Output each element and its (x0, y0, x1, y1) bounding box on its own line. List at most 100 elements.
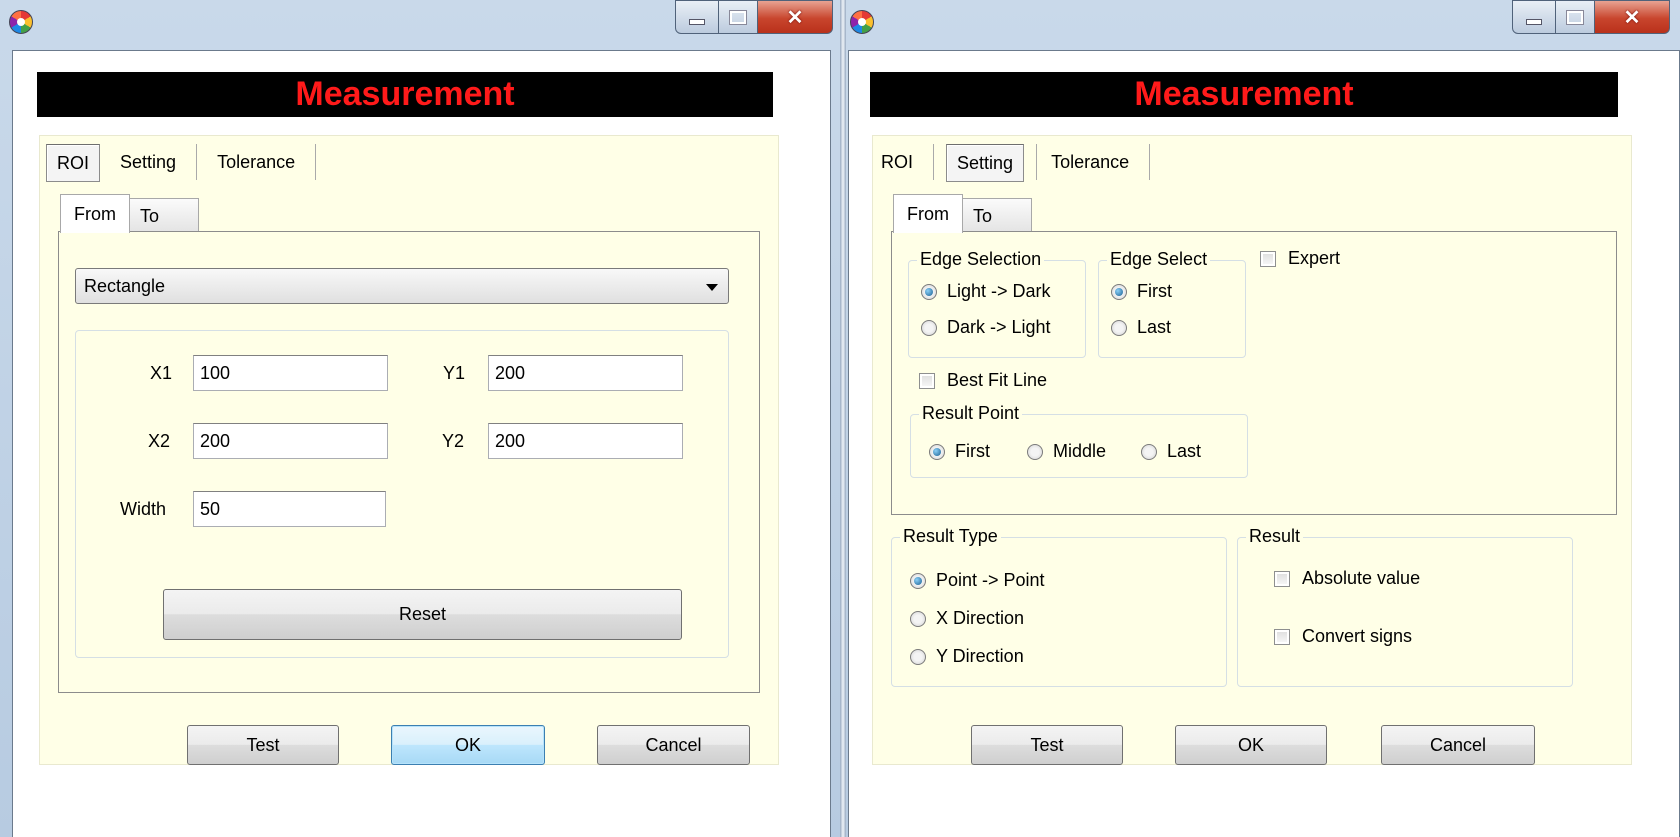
radio-icon (910, 648, 926, 665)
radio-label: Light -> Dark (947, 281, 1051, 301)
radio-label: Middle (1053, 441, 1107, 461)
title-bar[interactable]: ✕ (0, 0, 843, 50)
main-tabs: ROI Setting Tolerance (879, 141, 1151, 183)
maximize-button[interactable] (719, 0, 758, 34)
minimize-button[interactable] (1512, 0, 1556, 34)
tab-tolerance[interactable]: Tolerance (197, 144, 317, 180)
tab-roi[interactable]: ROI (879, 144, 935, 180)
subtab-to[interactable]: To (130, 198, 199, 234)
radio-icon (929, 443, 945, 460)
radio-result-first[interactable]: First (929, 441, 990, 462)
radio-first[interactable]: First (1111, 281, 1172, 302)
close-icon: ✕ (1623, 6, 1641, 29)
cancel-button[interactable]: Cancel (597, 725, 750, 765)
minimize-button[interactable] (675, 0, 719, 34)
window-controls: ✕ (675, 0, 833, 34)
edge-select-title: Edge Select (1107, 249, 1211, 270)
radio-icon (921, 319, 937, 336)
radio-label: Last (1137, 317, 1172, 337)
from-subpanel: Edge Selection Light -> Dark Dark -> Lig… (891, 231, 1617, 515)
radio-label: Point -> Point (936, 570, 1045, 590)
coordinates-group: X1 100 Y1 200 X2 200 Y2 200 Width 50 Res… (75, 330, 729, 658)
radio-x-direction[interactable]: X Direction (910, 608, 1024, 629)
radio-result-last[interactable]: Last (1141, 441, 1201, 462)
x1-field[interactable]: 100 (193, 355, 388, 391)
maximize-icon (1566, 9, 1584, 25)
measurement-window-setting: ✕ Measurement ROI Setting Tolerance From… (846, 0, 1680, 837)
cancel-button[interactable]: Cancel (1381, 725, 1535, 765)
radio-icon (1027, 443, 1043, 460)
reset-button[interactable]: Reset (163, 589, 682, 640)
radio-last[interactable]: Last (1111, 317, 1171, 338)
shape-select[interactable]: Rectangle (75, 268, 729, 304)
tab-panel: ROI Setting Tolerance From To Edge Selec… (872, 135, 1632, 765)
app-icon (850, 10, 874, 34)
y1-field[interactable]: 200 (488, 355, 683, 391)
checkbox-label: Convert signs (1302, 626, 1413, 646)
roi-tab-content: From To Rectangle X1 100 Y1 200 X2 200 Y… (48, 186, 770, 756)
radio-result-middle[interactable]: Middle (1027, 441, 1106, 462)
tab-setting[interactable]: Setting (946, 144, 1025, 182)
x2-label: X2 (148, 431, 171, 451)
radio-label: First (1137, 281, 1172, 301)
app-icon (9, 10, 33, 34)
radio-dark-to-light[interactable]: Dark -> Light (921, 317, 1051, 338)
window-client: Measurement ROI Setting Tolerance From T… (848, 50, 1680, 837)
subtab-from[interactable]: From (893, 194, 963, 233)
y2-field[interactable]: 200 (488, 423, 683, 459)
x2-field[interactable]: 200 (193, 423, 388, 459)
radio-y-direction[interactable]: Y Direction (910, 646, 1024, 667)
absolute-value-checkbox[interactable]: Absolute value (1274, 568, 1420, 589)
from-subpanel: Rectangle X1 100 Y1 200 X2 200 Y2 200 Wi… (58, 231, 760, 693)
window-controls: ✕ (1512, 0, 1670, 34)
window-client: Measurement ROI Setting Tolerance From T… (12, 50, 831, 837)
tab-panel: ROI Setting Tolerance From To Rectangle … (39, 135, 779, 765)
best-fit-line-checkbox[interactable]: Best Fit Line (919, 370, 1047, 391)
radio-icon (1141, 443, 1157, 460)
maximize-icon (729, 9, 747, 25)
checkbox-icon (1274, 570, 1290, 587)
shape-select-value: Rectangle (84, 275, 166, 296)
width-field[interactable]: 50 (193, 491, 386, 527)
close-button[interactable]: ✕ (1595, 0, 1670, 34)
tab-roi[interactable]: ROI (46, 144, 101, 182)
convert-signs-checkbox[interactable]: Convert signs (1274, 626, 1412, 647)
sub-tabs: From To (893, 194, 1032, 234)
result-type-group: Result Type Point -> Point X Direction Y… (891, 526, 1227, 687)
ok-button[interactable]: OK (1175, 725, 1327, 765)
test-button[interactable]: Test (187, 725, 339, 765)
result-point-title: Result Point (919, 403, 1023, 424)
maximize-button[interactable] (1556, 0, 1595, 34)
edge-selection-group: Edge Selection Light -> Dark Dark -> Lig… (908, 249, 1086, 358)
radio-label: X Direction (936, 608, 1025, 628)
measurement-banner: Measurement (37, 72, 773, 117)
checkbox-icon (1274, 628, 1290, 645)
result-group: Result Absolute value Convert signs (1237, 526, 1573, 687)
main-tabs: ROI Setting Tolerance (46, 141, 317, 183)
subtab-to[interactable]: To (963, 198, 1032, 234)
measurement-banner: Measurement (870, 72, 1618, 117)
checkbox-label: Best Fit Line (947, 370, 1048, 390)
minimize-icon (1526, 19, 1542, 25)
radio-light-to-dark[interactable]: Light -> Dark (921, 281, 1051, 302)
tab-setting[interactable]: Setting (112, 144, 198, 180)
tab-tolerance[interactable]: Tolerance (1036, 144, 1151, 180)
x1-label: X1 (150, 363, 173, 383)
radio-icon (910, 572, 926, 589)
width-label: Width (120, 499, 167, 519)
result-title: Result (1246, 526, 1304, 547)
close-button[interactable]: ✕ (758, 0, 833, 34)
title-bar[interactable]: ✕ (846, 0, 1680, 50)
radio-icon (1111, 283, 1127, 300)
subtab-from[interactable]: From (60, 194, 130, 233)
radio-icon (1111, 319, 1127, 336)
minimize-icon (689, 19, 705, 25)
setting-tab-content: From To Edge Selection Light -> Dark Dar… (881, 186, 1623, 756)
test-button[interactable]: Test (971, 725, 1123, 765)
checkbox-icon (919, 372, 935, 389)
expert-checkbox[interactable]: Expert (1260, 248, 1340, 269)
radio-icon (910, 610, 926, 627)
ok-button[interactable]: OK (391, 725, 545, 765)
sub-tabs: From To (60, 194, 199, 234)
radio-point-to-point[interactable]: Point -> Point (910, 570, 1045, 591)
